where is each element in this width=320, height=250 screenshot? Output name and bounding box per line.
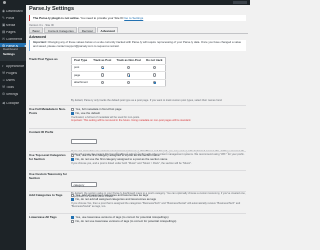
custom-taxonomy-select[interactable]: category xyxy=(71,182,97,187)
table-row: post xyxy=(71,64,166,73)
radio-track-as-post[interactable] xyxy=(100,80,104,84)
content-id-prefix-label: Content ID Prefix xyxy=(29,130,54,134)
custom-taxonomy-label: Use Custom Taxonomy for Section xyxy=(29,172,67,180)
content-id-prefix-input[interactable] xyxy=(71,139,97,144)
admin-sidebar: ◉ Dashboard ✎ Posts ▣ Media ▤ Pages ✉ Comment… xyxy=(0,5,26,250)
full-metadata-no-checkbox[interactable] xyxy=(71,112,74,116)
radio-track-as-post[interactable] xyxy=(100,66,104,70)
top-level-categories-description: If you choose yes, and a post is listed … xyxy=(71,161,192,165)
top-level-yes-checkbox[interactable] xyxy=(71,154,74,158)
lowercase-tags-label: Lowercase All Tags xyxy=(29,215,57,219)
lowercase-yes-checkbox[interactable] xyxy=(71,216,74,220)
full-metadata-yes-checkbox[interactable] xyxy=(71,108,74,112)
cats-tags-no-checkbox[interactable] xyxy=(71,198,74,202)
sidebar-item-dashboard[interactable]: ◉ Dashboard xyxy=(0,8,26,15)
sidebar-item-comments[interactable]: ✉ Comments xyxy=(0,36,26,43)
sidebar-item-users[interactable]: ☺ Users xyxy=(0,77,26,84)
post-type-name: page xyxy=(71,71,91,80)
sidebar-item-media[interactable]: ▣ Media xyxy=(0,22,26,29)
full-metadata-label: Use Full Metadata in Non-Posts xyxy=(29,107,66,115)
lowercase-tags-field: Yes, use lowercase versions of tags (to … xyxy=(71,215,246,224)
sidebar-item-pages[interactable]: ▤ Pages xyxy=(0,29,26,36)
section-heading: Advanced xyxy=(29,35,47,39)
post-types-description: By default, Parse.ly only tracks the def… xyxy=(71,99,223,102)
col-track-as-non-post: Track as Non-Post xyxy=(113,57,144,65)
sidebar-item-posts[interactable]: ✎ Posts xyxy=(0,15,26,22)
tab-divider xyxy=(29,32,248,33)
track-post-types-label: Track Post Types as xyxy=(29,57,58,61)
collapse-menu-button[interactable]: ◀ Collapse xyxy=(0,100,26,107)
parsely-submenu: Dashboard Settings xyxy=(0,47,26,61)
categories-to-tags-field: Yes, add all assigned categories and tax… xyxy=(71,193,246,208)
categories-to-tags-label: Add Categories to Tags xyxy=(29,193,63,197)
top-level-no-checkbox[interactable] xyxy=(71,158,74,162)
wordpress-logo-icon[interactable] xyxy=(3,1,6,4)
radio-do-not-track[interactable] xyxy=(152,80,157,85)
note-text: Changing any of these values below on a … xyxy=(33,40,242,48)
notice-strong: The Parse.ly plugin is not active. xyxy=(33,16,80,20)
submenu-item-settings[interactable]: Settings xyxy=(0,52,26,57)
top-level-categories-field: Yes, use the first category assigned to … xyxy=(71,153,246,165)
radio-track-as-non-post[interactable] xyxy=(127,80,131,84)
table-row: attachment xyxy=(71,79,166,87)
categories-to-tags-description: If you choose Yes, then a post that is a… xyxy=(71,201,241,208)
notice-settings-link[interactable]: Go to Settings xyxy=(124,16,143,20)
full-metadata-field: Yes, full metadata in Non-Post page No, … xyxy=(71,107,246,122)
sidebar-item-appearance[interactable]: ◐ Appearance xyxy=(0,63,26,70)
sidebar-item-settings[interactable]: ⚙ Settings xyxy=(0,91,26,98)
post-types-table: Post Type Track as Post Track as Non-Pos… xyxy=(71,57,166,87)
page-title: Parse.ly Settings xyxy=(29,6,75,12)
sidebar-item-tools[interactable]: ⚒ Tools xyxy=(0,84,26,91)
col-post-type: Post Type xyxy=(71,57,91,65)
lowercase-no-checkbox[interactable] xyxy=(71,220,74,224)
notice-text: You need to provide your Site ID xyxy=(79,16,125,20)
post-type-name: attachment xyxy=(71,79,91,87)
cats-tags-yes-checkbox[interactable] xyxy=(71,194,74,198)
radio-do-not-track[interactable] xyxy=(152,66,156,70)
lowercase-no-option[interactable]: No, do not use lowercase versions of tag… xyxy=(71,219,246,224)
user-account-link[interactable] xyxy=(233,1,247,4)
col-track-as-post: Track as Post xyxy=(90,57,114,65)
post-type-name: post xyxy=(71,64,91,73)
table-row: page xyxy=(71,71,166,80)
recrawl-note: Important: Changing any of these values … xyxy=(29,40,246,51)
sidebar-item-plugins[interactable]: ⚒ Plugins xyxy=(0,70,26,77)
error-notice: The Parse.ly plugin is not active. You n… xyxy=(29,15,246,21)
col-do-not-track: Do not track xyxy=(143,57,166,65)
radio-track-as-non-post[interactable] xyxy=(127,73,131,77)
top-level-categories-label: Use Top-Level Categories for Section xyxy=(29,153,66,161)
table-header-row: Post Type Track as Post Track as Non-Pos… xyxy=(71,57,166,65)
full-metadata-warning: Important: This setting will be removed … xyxy=(71,119,192,122)
main-content: Parse.ly Settings The Parse.ly plugin is… xyxy=(29,5,248,250)
radio-track-as-post[interactable] xyxy=(100,73,104,77)
radio-do-not-track[interactable] xyxy=(152,73,156,77)
radio-track-as-non-post[interactable] xyxy=(127,66,131,70)
